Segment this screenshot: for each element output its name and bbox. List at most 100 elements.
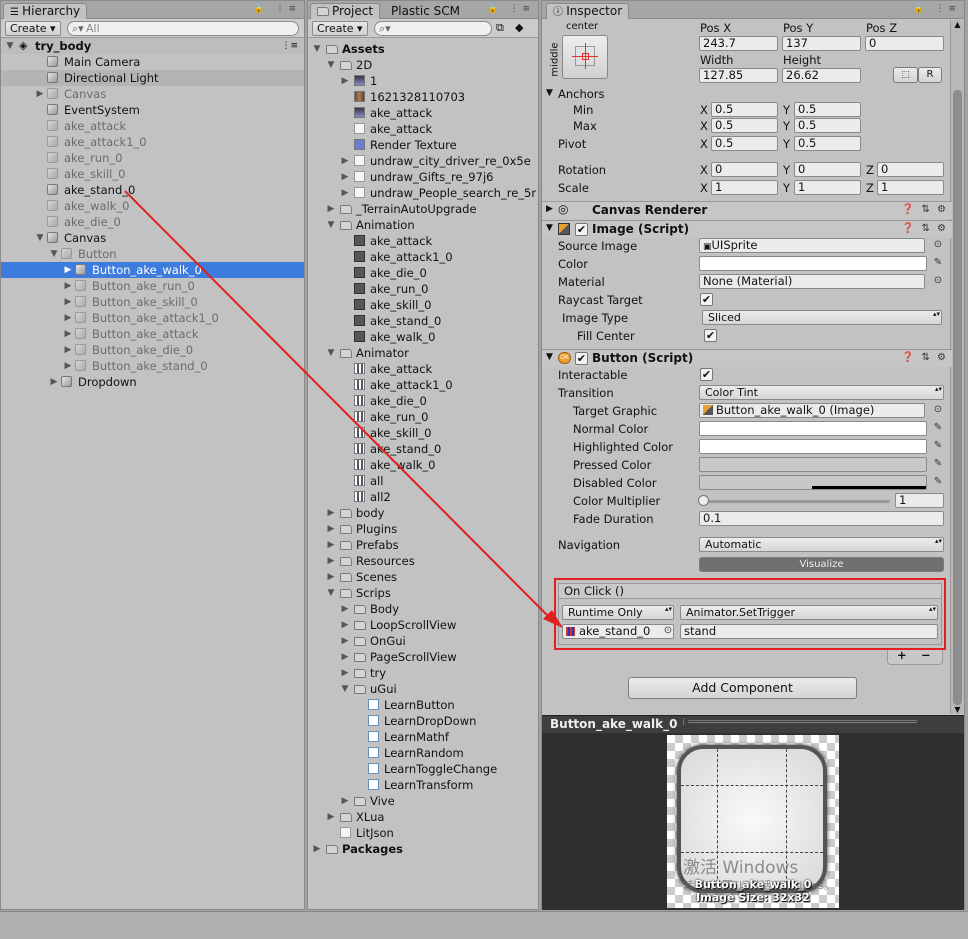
collapse-arrow-icon[interactable]: ▶	[340, 169, 350, 185]
color-field[interactable]	[699, 256, 927, 271]
hierarchy-item[interactable]: ake_attack1_0	[1, 134, 304, 150]
hierarchy-create-button[interactable]: Create ▾	[5, 21, 61, 36]
project-item[interactable]: all	[308, 473, 538, 489]
project-item[interactable]: ▶ try	[308, 665, 538, 681]
project-item[interactable]: ▶ _TerrainAutoUpgrade	[308, 201, 538, 217]
hierarchy-item[interactable]: EventSystem	[1, 102, 304, 118]
hierarchy-item[interactable]: ▶ Button_ake_skill_0	[1, 294, 304, 310]
filter-by-label-icon[interactable]: ◆	[515, 21, 523, 34]
project-item[interactable]: ▼ Animator	[308, 345, 538, 361]
project-item[interactable]: ake_attack	[308, 105, 538, 121]
scene-row[interactable]: ▼ ◈ try_body ⋮≡	[1, 38, 304, 54]
hierarchy-item[interactable]: ▼ Canvas	[1, 230, 304, 246]
hierarchy-item[interactable]: ake_die_0	[1, 214, 304, 230]
inspector-tab[interactable]: ⓘ Inspector	[546, 3, 630, 19]
collapse-arrow-icon[interactable]: ▶	[63, 262, 73, 278]
project-item[interactable]: ▶ Resources	[308, 553, 538, 569]
pivot-y-field[interactable]: 0.5	[794, 136, 861, 151]
hierarchy-item[interactable]: ▶ Button_ake_run_0	[1, 278, 304, 294]
transition-dropdown[interactable]: Color Tint	[699, 385, 944, 400]
project-item[interactable]: ▶ undraw_People_search_re_5r	[308, 185, 538, 201]
component-settings-icon[interactable]: ❓ ⇅ ⚙	[902, 223, 948, 234]
lock-icon[interactable]: 🔒 ⋮≡	[253, 4, 300, 14]
project-item[interactable]: ake_run_0	[308, 409, 538, 425]
project-item[interactable]: ▶ Scenes	[308, 569, 538, 585]
collapse-arrow-icon[interactable]: ▶	[340, 617, 350, 633]
collapse-arrow-icon[interactable]: ▶	[49, 374, 59, 390]
pressed-color-field[interactable]	[699, 457, 927, 472]
hierarchy-item[interactable]: ▶ Dropdown	[1, 374, 304, 390]
eyedropper-icon[interactable]: ✎	[932, 458, 944, 470]
project-item[interactable]: ake_die_0	[308, 393, 538, 409]
project-item[interactable]: ake_attack	[308, 361, 538, 377]
pivot-x-field[interactable]: 0.5	[711, 136, 778, 151]
hierarchy-item[interactable]: ake_run_0	[1, 150, 304, 166]
expand-arrow-icon[interactable]: ▼	[340, 681, 350, 697]
hierarchy-item[interactable]: ake_skill_0	[1, 166, 304, 182]
collapse-arrow-icon[interactable]: ▶	[63, 326, 73, 342]
collapse-arrow-icon[interactable]: ▶	[340, 793, 350, 809]
collapse-arrow-icon[interactable]: ▶	[63, 294, 73, 310]
hierarchy-item[interactable]: ake_stand_0	[1, 182, 304, 198]
anchor-presets-button[interactable]	[562, 35, 608, 79]
remove-listener-button[interactable]: −	[921, 648, 931, 662]
interactable-checkbox[interactable]: ✔	[700, 368, 713, 381]
filter-by-type-icon[interactable]: ⧉	[496, 21, 504, 35]
image-enabled-checkbox[interactable]: ✔	[575, 223, 588, 236]
scrollbar-thumb[interactable]	[953, 90, 962, 705]
lock-icon[interactable]: 🔒 ⋮≡	[487, 4, 534, 14]
highlighted-color-field[interactable]	[699, 439, 927, 454]
source-image-field[interactable]: ▣UISprite	[699, 238, 925, 253]
color-multiplier-field[interactable]: 1	[895, 493, 944, 508]
hierarchy-tab[interactable]: ☰ Hierarchy	[3, 3, 88, 19]
scroll-up-arrow[interactable]: ▲	[951, 20, 964, 29]
navigation-dropdown[interactable]: Automatic	[699, 537, 944, 552]
project-item[interactable]: ▶ LoopScrollView	[308, 617, 538, 633]
collapse-arrow-icon[interactable]: ▶	[35, 86, 45, 102]
project-item[interactable]: ▼ 2D	[308, 57, 538, 73]
project-item[interactable]: LearnToggleChange	[308, 761, 538, 777]
project-create-button[interactable]: Create ▾	[312, 21, 368, 36]
image-type-dropdown[interactable]: Sliced	[702, 310, 942, 325]
object-picker-icon[interactable]: ⊙	[932, 404, 944, 416]
project-item[interactable]: ake_attack	[308, 121, 538, 137]
scale-z-field[interactable]: 1	[877, 180, 944, 195]
collapse-arrow-icon[interactable]: ▶	[340, 649, 350, 665]
collapse-arrow-icon[interactable]: ▶	[326, 537, 336, 553]
project-item[interactable]: ake_stand_0	[308, 441, 538, 457]
project-item[interactable]: ▼ uGui	[308, 681, 538, 697]
project-item[interactable]: ▶ body	[308, 505, 538, 521]
pos-y-field[interactable]: 137	[782, 36, 861, 51]
trigger-argument-field[interactable]: stand	[680, 624, 938, 639]
project-item[interactable]: ake_die_0	[308, 265, 538, 281]
project-item[interactable]: ▶ PageScrollView	[308, 649, 538, 665]
hierarchy-item[interactable]: ▶ Button_ake_die_0	[1, 342, 304, 358]
project-item[interactable]: LearnTransform	[308, 777, 538, 793]
project-item[interactable]: ake_skill_0	[308, 297, 538, 313]
project-item[interactable]: ake_attack	[308, 233, 538, 249]
anchors-foldout-arrow[interactable]: ▼	[546, 88, 553, 98]
anchor-max-y-field[interactable]: 0.5	[794, 118, 861, 133]
project-item[interactable]: ▼ Assets	[308, 41, 538, 57]
scale-y-field[interactable]: 1	[794, 180, 861, 195]
object-picker-icon[interactable]: ⊙	[932, 239, 944, 251]
component-settings-icon[interactable]: ❓ ⇅ ⚙	[902, 352, 948, 363]
eyedropper-icon[interactable]: ✎	[932, 257, 944, 269]
color-multiplier-slider[interactable]	[702, 500, 890, 503]
anchor-min-y-field[interactable]: 0.5	[794, 102, 861, 117]
pos-z-field[interactable]: 0	[865, 36, 944, 51]
project-item[interactable]: ake_walk_0	[308, 457, 538, 473]
project-item[interactable]: ▶ Plugins	[308, 521, 538, 537]
project-item[interactable]: Render Texture	[308, 137, 538, 153]
normal-color-field[interactable]	[699, 421, 927, 436]
rotation-y-field[interactable]: 0	[794, 162, 861, 177]
button-component-header[interactable]: ▼ OK ✔ Button (Script) ❓ ⇅ ⚙	[542, 349, 952, 367]
project-item[interactable]: ▶ 1	[308, 73, 538, 89]
material-field[interactable]: None (Material)	[699, 274, 925, 289]
canvas-renderer-header[interactable]: ▶ ◎ Canvas Renderer ❓ ⇅ ⚙	[542, 201, 952, 219]
disabled-color-field[interactable]	[699, 475, 927, 490]
object-picker-icon[interactable]: ⊙	[662, 625, 674, 637]
project-item[interactable]: ▼ Animation	[308, 217, 538, 233]
collapse-arrow-icon[interactable]: ▶	[63, 342, 73, 358]
expand-arrow-icon[interactable]: ▼	[326, 345, 336, 361]
